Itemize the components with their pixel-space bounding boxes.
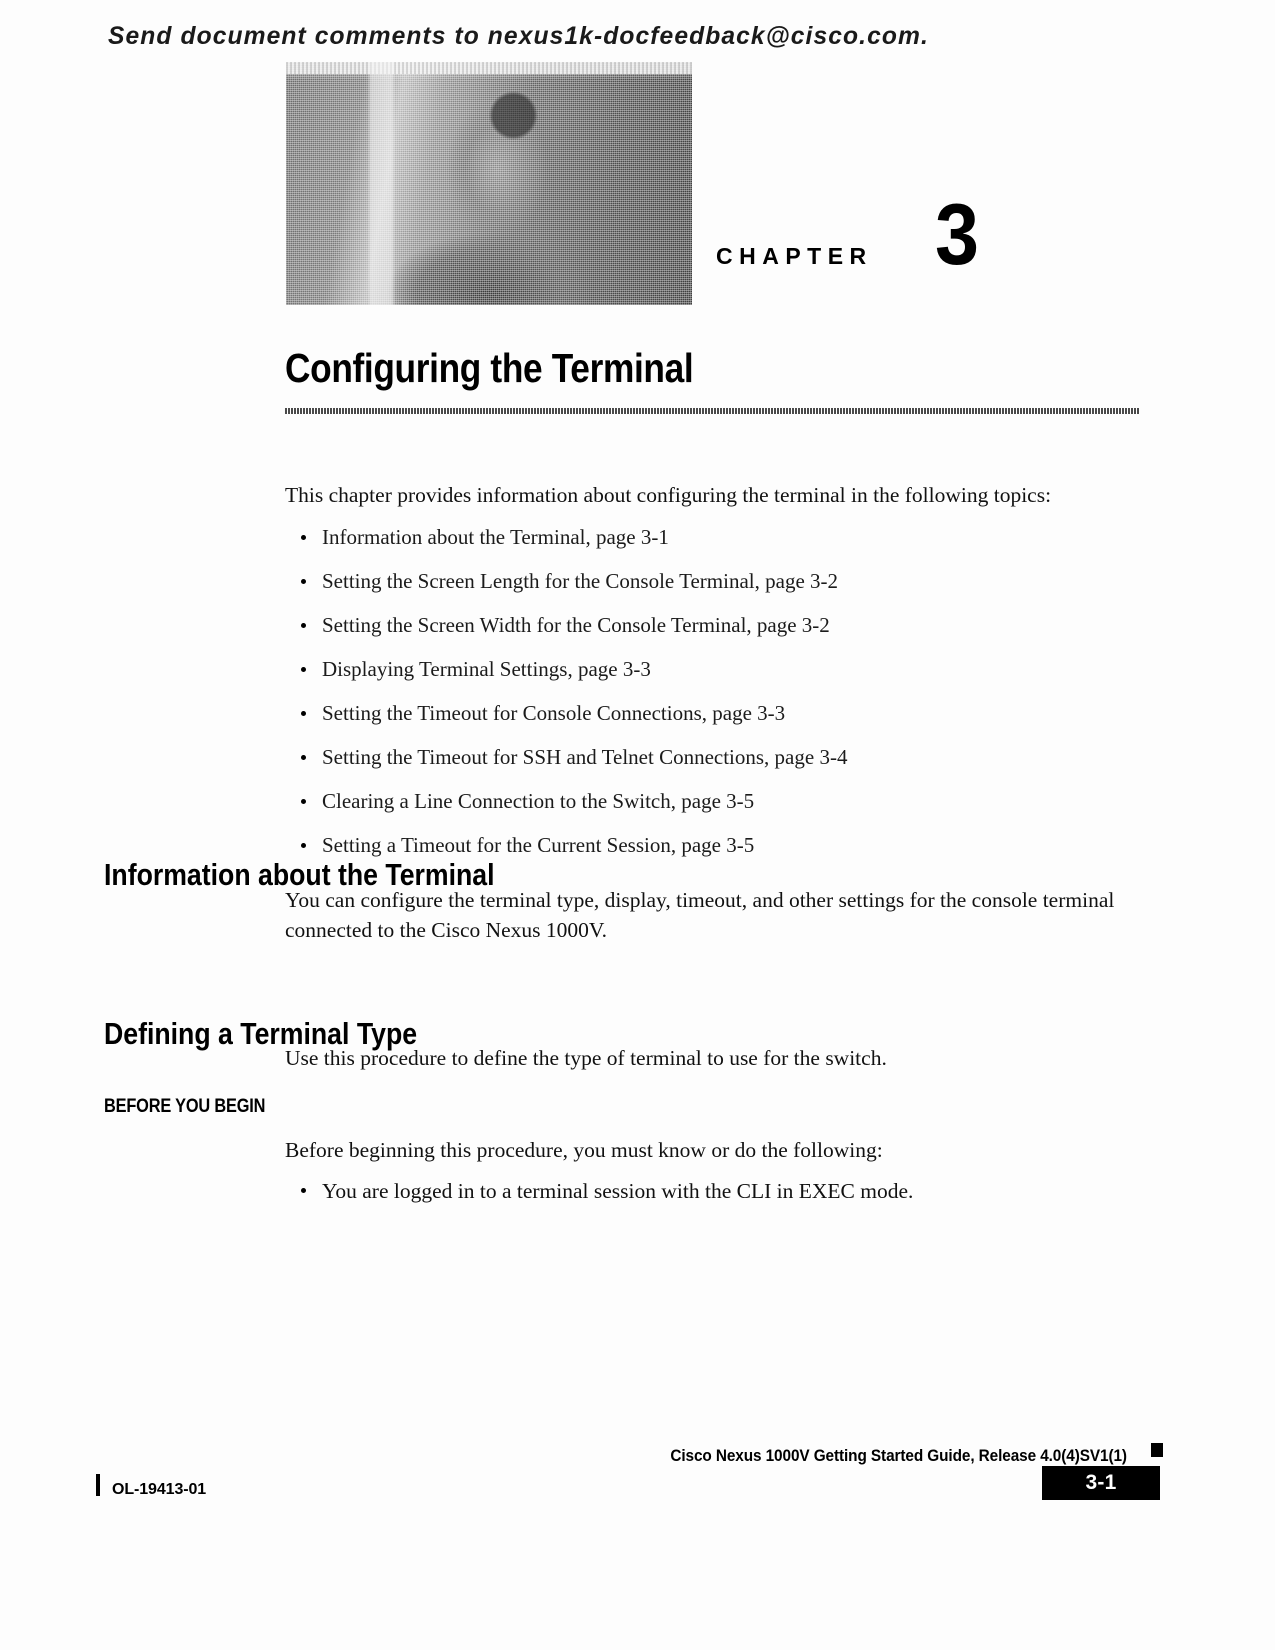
list-item[interactable]: Information about the Terminal, page 3-1 bbox=[285, 524, 1140, 550]
before-you-begin-body: Before beginning this procedure, you mus… bbox=[285, 1135, 1140, 1205]
list-item: You are logged in to a terminal session … bbox=[285, 1177, 1140, 1205]
topic-link-label: Clearing a Line Connection to the Switch… bbox=[322, 789, 755, 813]
list-item[interactable]: Setting the Timeout for SSH and Telnet C… bbox=[285, 744, 1140, 770]
section-paragraph: You can configure the terminal type, dis… bbox=[285, 888, 1115, 942]
chapter-opener-photo bbox=[286, 62, 692, 305]
list-item[interactable]: Setting the Timeout for Console Connecti… bbox=[285, 700, 1140, 726]
footer-marker bbox=[1151, 1443, 1163, 1457]
footer-left-rule bbox=[96, 1474, 100, 1496]
section-paragraph: Use this procedure to define the type of… bbox=[285, 1046, 887, 1070]
chapter-number: 3 bbox=[935, 187, 980, 283]
before-you-begin-list: You are logged in to a terminal session … bbox=[285, 1177, 1140, 1205]
topic-link-label: Setting the Timeout for SSH and Telnet C… bbox=[322, 745, 848, 769]
list-item[interactable]: Setting the Screen Length for the Consol… bbox=[285, 568, 1140, 594]
list-item[interactable]: Setting the Screen Width for the Console… bbox=[285, 612, 1140, 638]
document-page: Send document comments to nexus1k-docfee… bbox=[0, 0, 1275, 1650]
chapter-label: CHAPTER bbox=[716, 243, 873, 269]
before-you-begin-paragraph: Before beginning this procedure, you mus… bbox=[285, 1138, 883, 1162]
section-body-defining: Use this procedure to define the type of… bbox=[285, 1043, 1140, 1073]
topic-link-label: Setting the Screen Width for the Console… bbox=[322, 613, 830, 637]
footer-document-id: OL-19413-01 bbox=[112, 1481, 207, 1498]
section-body-information: You can configure the terminal type, dis… bbox=[285, 885, 1140, 945]
list-item[interactable]: Clearing a Line Connection to the Switch… bbox=[285, 788, 1140, 814]
title-divider bbox=[285, 408, 1140, 414]
page-number-badge: 3-1 bbox=[1042, 1466, 1160, 1500]
topic-link-label: Setting the Screen Length for the Consol… bbox=[322, 569, 839, 593]
chapter-intro-block: This chapter provides information about … bbox=[285, 480, 1140, 876]
page-title: Configuring the Terminal bbox=[285, 345, 694, 391]
photo-top-strip bbox=[286, 62, 692, 74]
footer-guide-title: Cisco Nexus 1000V Getting Started Guide,… bbox=[670, 1447, 1127, 1465]
document-feedback-header: Send document comments to nexus1k-docfee… bbox=[108, 22, 929, 50]
topic-link-label: Information about the Terminal, page 3-1 bbox=[322, 525, 669, 549]
topic-link-label: Setting the Timeout for Console Connecti… bbox=[322, 701, 786, 725]
chapter-topic-list: Information about the Terminal, page 3-1… bbox=[285, 524, 1140, 858]
list-item[interactable]: Displaying Terminal Settings, page 3-3 bbox=[285, 656, 1140, 682]
topic-link-label: Displaying Terminal Settings, page 3-3 bbox=[322, 657, 651, 681]
list-item[interactable]: Setting a Timeout for the Current Sessio… bbox=[285, 832, 1140, 858]
subheading-before-you-begin: BEFORE YOU BEGIN bbox=[104, 1096, 266, 1117]
intro-paragraph: This chapter provides information about … bbox=[285, 483, 1052, 507]
prerequisite-label: You are logged in to a terminal session … bbox=[322, 1179, 914, 1203]
topic-link-label: Setting a Timeout for the Current Sessio… bbox=[322, 833, 755, 857]
